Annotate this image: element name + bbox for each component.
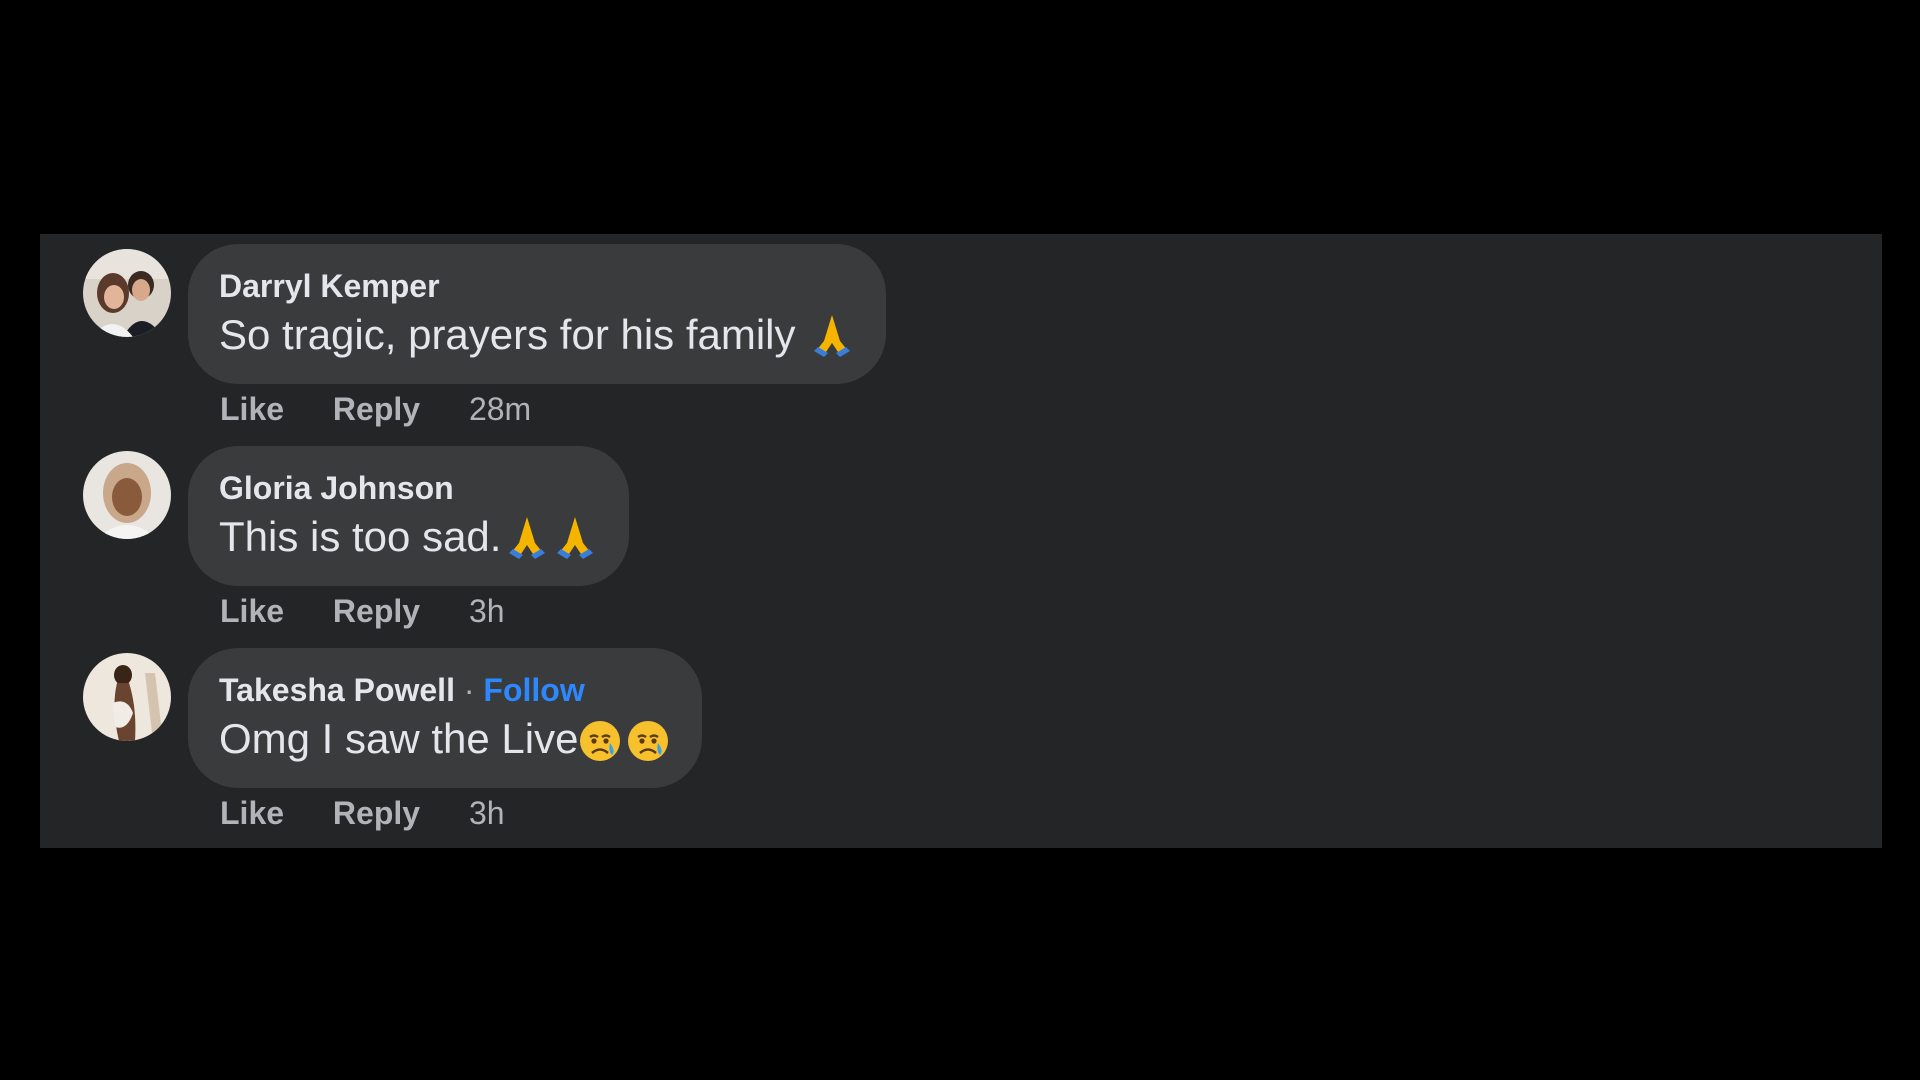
comment-text: So tragic, prayers for his family — [219, 311, 796, 358]
comment-text: This is too sad. — [219, 513, 502, 560]
comment-bubble: Takesha Powell · Follow Omg I saw the Li… — [188, 648, 703, 788]
comment-author[interactable]: Gloria Johnson — [219, 470, 454, 506]
like-button[interactable]: Like — [220, 391, 284, 427]
avatar[interactable] — [83, 249, 171, 337]
comment-author[interactable]: Takesha Powell — [219, 672, 455, 708]
sad-but-relieved-face-icon — [626, 715, 670, 763]
comment-timestamp[interactable]: 28m — [469, 391, 531, 427]
comment-bubble: Darryl Kemper So tragic, prayers for his… — [188, 244, 886, 384]
folded-hands-icon — [553, 513, 597, 561]
comment-actions: Like Reply 3h — [220, 793, 505, 833]
folded-hands-icon — [505, 513, 549, 561]
comment-timestamp[interactable]: 3h — [469, 795, 505, 831]
comment-bubble: Gloria Johnson This is too sad. — [188, 446, 630, 586]
separator-dot: · — [463, 672, 475, 708]
reply-button[interactable]: Reply — [333, 391, 420, 427]
reply-button[interactable]: Reply — [333, 795, 420, 831]
avatar-photo — [83, 249, 171, 337]
comment-timestamp[interactable]: 3h — [469, 593, 505, 629]
like-button[interactable]: Like — [220, 593, 284, 629]
reply-button[interactable]: Reply — [333, 593, 420, 629]
comment-author[interactable]: Darryl Kemper — [219, 268, 440, 304]
sad-but-relieved-face-icon — [578, 715, 622, 763]
folded-hands-icon — [810, 311, 854, 359]
avatar[interactable] — [83, 653, 171, 741]
comment-actions: Like Reply 3h — [220, 591, 505, 631]
like-button[interactable]: Like — [220, 795, 284, 831]
avatar-photo — [83, 451, 171, 539]
comment-text: Omg I saw the Live — [219, 715, 579, 762]
comments-panel: Darryl Kemper So tragic, prayers for his… — [40, 234, 1882, 848]
comment-actions: Like Reply 28m — [220, 389, 531, 429]
follow-button[interactable]: Follow — [483, 672, 584, 708]
avatar-photo — [83, 653, 171, 741]
avatar[interactable] — [83, 451, 171, 539]
